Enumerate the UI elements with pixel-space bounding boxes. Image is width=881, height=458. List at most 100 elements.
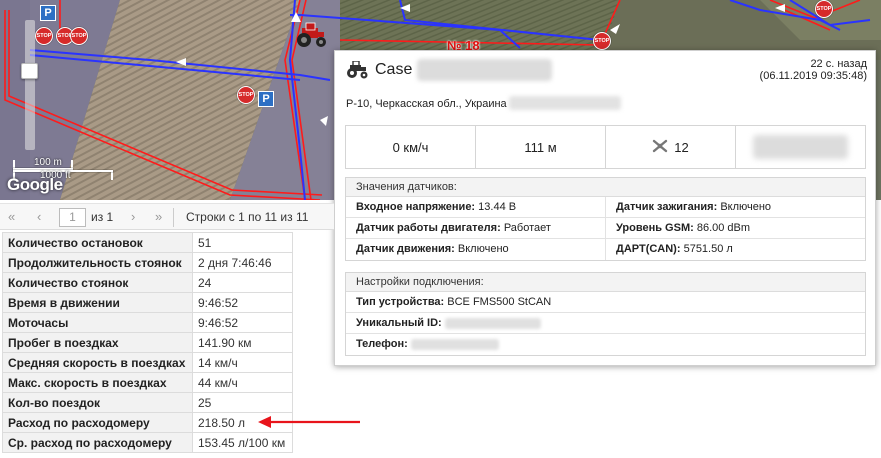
table-pager: « ‹ 1 из 1 › » Строки с 1 по 11 из 11 xyxy=(0,203,334,230)
vehicle-metrics: 0 км/ч 111 м 12 xyxy=(345,125,866,169)
sensor-cell: Входное напряжение: 13.44 В xyxy=(346,197,605,217)
altitude-metric: 111 м xyxy=(476,126,606,168)
redacted-metric xyxy=(736,126,865,168)
stat-value: 153.45 л/100 км xyxy=(192,432,293,453)
redacted-value xyxy=(753,135,848,159)
stat-value: 9:46:52 xyxy=(192,292,293,313)
stat-value: 14 км/ч xyxy=(192,352,293,373)
sensor-label: Датчик зажигания: xyxy=(616,201,718,213)
vehicle-name: Case xyxy=(375,61,413,78)
connection-row: Тип устройства: BCE FMS500 StCAN xyxy=(346,292,865,313)
sensor-cell: Датчик работы двигателя: Работает xyxy=(346,218,605,238)
stop-marker-icon[interactable]: STOP xyxy=(815,0,833,18)
stat-label: Количество стоянок xyxy=(2,272,193,293)
redacted-unique-id xyxy=(444,317,541,329)
page-number-input[interactable]: 1 xyxy=(59,208,86,227)
prev-page-button[interactable]: ‹ xyxy=(37,209,41,225)
sensor-value: 13.44 В xyxy=(478,201,517,213)
redacted-phone xyxy=(410,338,499,350)
stat-value: 9:46:52 xyxy=(192,312,293,333)
speed-metric: 0 км/ч xyxy=(346,126,476,168)
stats-row: Моточасы 9:46:52 xyxy=(2,312,293,333)
stat-label: Моточасы xyxy=(2,312,193,333)
stat-value: 24 xyxy=(192,272,293,293)
unique-id-label: Уникальный ID: xyxy=(356,317,442,329)
sensor-value: Работает xyxy=(503,222,551,234)
pager-divider xyxy=(173,208,174,227)
sensor-cell: ДАРТ(CAN): 5751.50 л xyxy=(605,239,865,260)
parking-icon[interactable]: P xyxy=(40,5,56,21)
stats-row: Ср. расход по расходомеру 153.45 л/100 км xyxy=(2,432,293,453)
page-count-label: из 1 xyxy=(91,210,114,224)
sensor-row: Входное напряжение: 13.44 В Датчик зажиг… xyxy=(346,197,865,218)
zoom-slider[interactable] xyxy=(25,20,35,150)
last-update-timestamp: (06.11.2019 09:35:48) xyxy=(759,70,867,82)
stat-value: 51 xyxy=(192,232,293,253)
stats-row: Продолжительность стоянок 2 дня 7:46:46 xyxy=(2,252,293,273)
stat-label: Ср. расход по расходомеру xyxy=(2,432,193,453)
stat-label: Пробег в поездках xyxy=(2,332,193,353)
stats-row: Время в движении 9:46:52 xyxy=(2,292,293,313)
connection-cell: Тип устройства: BCE FMS500 StCAN xyxy=(346,292,865,312)
stat-value: 141.90 км xyxy=(192,332,293,353)
redacted-address xyxy=(509,96,621,110)
sensor-values-panel: Значения датчиков: Входное напряжение: 1… xyxy=(345,177,866,261)
stat-label: Кол-во поездок xyxy=(2,392,193,413)
vehicle-info-popup: Case 22 с. назад (06.11.2019 09:35:48) Р… xyxy=(334,50,876,366)
red-arrow-annotation xyxy=(258,416,360,428)
connection-settings-panel: Настройки подключения: Тип устройства: B… xyxy=(345,272,866,356)
parking-icon[interactable]: P xyxy=(258,91,274,107)
sensor-label: Входное напряжение: xyxy=(356,201,476,213)
sensor-label: Датчик работы двигателя: xyxy=(356,222,501,234)
zoom-slider-handle[interactable] xyxy=(21,63,38,79)
sensor-cell: Датчик зажигания: Включено xyxy=(605,197,865,217)
stat-label: Время в движении xyxy=(2,292,193,313)
stop-marker-icon[interactable]: STOP xyxy=(593,32,611,50)
google-logo: Google xyxy=(7,175,63,194)
speed-value: 0 км/ч xyxy=(392,139,429,155)
stop-marker-icon[interactable]: STOP xyxy=(237,86,255,104)
stat-value: 25 xyxy=(192,392,293,413)
phone-label: Телефон: xyxy=(356,338,408,350)
trip-stats-table: Количество остановок 51 Продолжительность … xyxy=(2,232,293,453)
sensor-label: Уровень GSM: xyxy=(616,222,694,234)
stat-value: 2 дня 7:46:46 xyxy=(192,252,293,273)
stat-label: Количество остановок xyxy=(2,232,193,253)
sensor-panel-title: Значения датчиков: xyxy=(346,178,865,197)
sensor-label: Датчик движения: xyxy=(356,243,455,255)
connection-row: Уникальный ID: xyxy=(346,313,865,334)
tractor-map-marker-icon[interactable] xyxy=(294,22,328,51)
stats-row: Макс. скорость в поездках 44 км/ч xyxy=(2,372,293,393)
first-page-button[interactable]: « xyxy=(8,209,15,225)
device-type-label: Тип устройства: xyxy=(356,296,445,308)
sensor-cell: Уровень GSM: 86.00 dBm xyxy=(605,218,865,238)
sensor-value: Включено xyxy=(457,243,509,255)
stats-row: Количество стоянок 24 xyxy=(2,272,293,293)
next-page-button[interactable]: › xyxy=(131,209,135,225)
sensor-value: 86.00 dBm xyxy=(696,222,751,234)
stats-row: Пробег в поездках 141.90 км xyxy=(2,332,293,353)
popup-header: Case 22 с. назад (06.11.2019 09:35:48) xyxy=(335,51,875,91)
sensor-label: ДАРТ(CAN): xyxy=(616,243,681,255)
stat-value: 44 км/ч xyxy=(192,372,293,393)
connection-cell: Телефон: xyxy=(346,334,865,355)
altitude-value: 111 м xyxy=(524,139,557,155)
tractor-icon xyxy=(344,60,370,82)
sensor-value: Включено xyxy=(720,201,772,213)
stop-marker-icon[interactable]: STOP xyxy=(70,27,88,45)
stat-label: Расход по расходомеру xyxy=(2,412,193,433)
stats-row: Количество остановок 51 xyxy=(2,232,293,253)
sensor-cell: Датчик движения: Включено xyxy=(346,239,605,260)
stats-row: Кол-во поездок 25 xyxy=(2,392,293,413)
stat-label: Средняя скорость в поездках xyxy=(2,352,193,373)
satellites-metric: 12 xyxy=(606,126,736,168)
satellite-icon xyxy=(652,139,668,156)
redacted-vehicle-id xyxy=(417,59,552,81)
rows-info: Строки с 1 по 11 из 11 xyxy=(186,210,309,224)
connection-cell: Уникальный ID: xyxy=(346,313,865,333)
connection-panel-title: Настройки подключения: xyxy=(346,273,865,292)
last-page-button[interactable]: » xyxy=(155,209,162,225)
device-type-value: BCE FMS500 StCAN xyxy=(447,296,552,308)
stop-marker-icon[interactable]: STOP xyxy=(35,27,53,45)
vehicle-address: Р-10, Черкасская обл., Украина xyxy=(346,98,507,110)
